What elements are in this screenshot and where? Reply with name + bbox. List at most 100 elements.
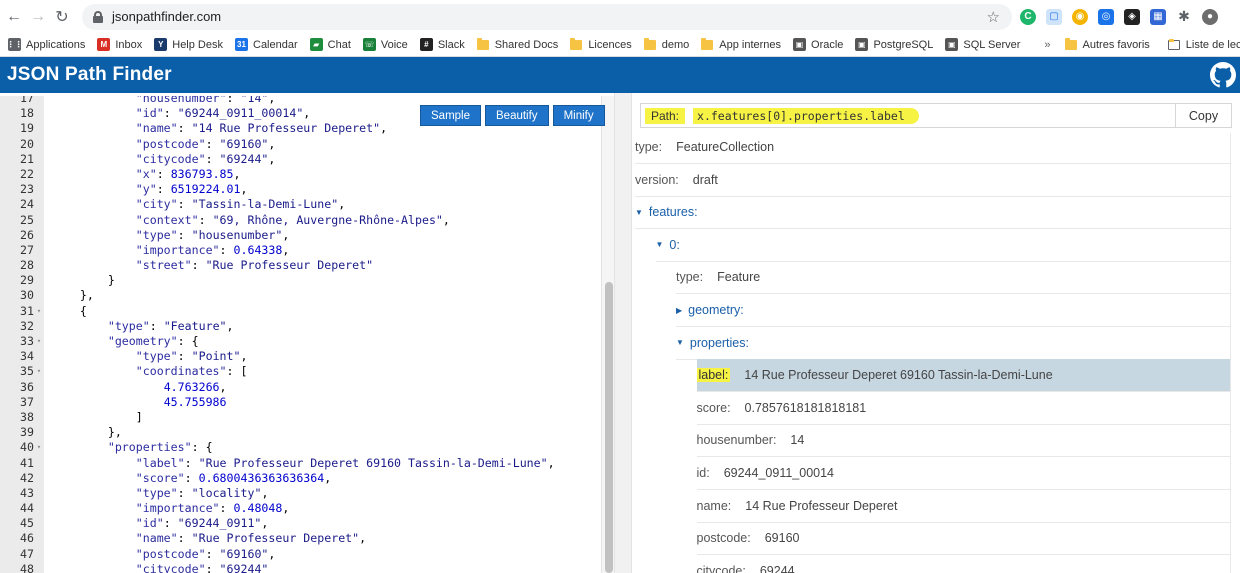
code-line[interactable]: 41 "label": "Rue Professeur Deperet 6916… (0, 456, 604, 471)
code-line[interactable]: 35 ▾ "coordinates": [ (0, 364, 604, 379)
tree-node-type[interactable]: type: Feature (676, 261, 1230, 295)
forward-icon[interactable]: → (26, 5, 50, 29)
fold-toggle-icon[interactable]: ▾ (34, 304, 44, 319)
sample-button[interactable]: Sample (420, 105, 481, 126)
tree-node-0[interactable]: ▼ 0: (655, 229, 1230, 262)
code-line[interactable]: 31 ▾ { (0, 304, 604, 319)
copy-button[interactable]: Copy (1175, 104, 1231, 127)
editor-scroll-thumb[interactable] (605, 282, 613, 573)
github-icon[interactable] (1210, 62, 1236, 88)
code-line[interactable]: 23 "y": 6519224.01, (0, 182, 604, 197)
fold-toggle-icon[interactable]: ▾ (34, 440, 44, 455)
bookmark-star-icon[interactable]: ☆ (987, 8, 1000, 26)
bookmark-help-desk[interactable]: Y Help Desk (154, 38, 223, 51)
code-line[interactable]: 43 "type": "locality", (0, 486, 604, 501)
tree-node-properties[interactable]: ▼ properties: (676, 327, 1230, 360)
code-line[interactable]: 42 "score": 0.6800436363636364, (0, 471, 604, 486)
bookmark-demo[interactable]: demo (643, 37, 689, 51)
chat-icon: ▰ (309, 38, 323, 51)
code-line[interactable]: 22 "x": 836793.85, (0, 167, 604, 182)
code-line[interactable]: 33 ▾ "geometry": { (0, 334, 604, 349)
code-line[interactable]: 25 "context": "69, Rhône, Auvergne-Rhône… (0, 213, 604, 228)
bookmark-inbox[interactable]: M Inbox (97, 38, 142, 51)
profile-avatar-icon[interactable]: ● (1202, 8, 1218, 25)
code-line[interactable]: 38 ] (0, 410, 604, 425)
extensions-puzzle-icon[interactable]: ✱ (1176, 8, 1192, 25)
tree-node-version[interactable]: version: draft (635, 164, 1230, 197)
code-line[interactable]: 36 4.763266, (0, 380, 604, 395)
minify-button[interactable]: Minify (552, 105, 605, 126)
line-number: 39 (20, 425, 34, 440)
extension-doc-icon[interactable]: ▢ (1046, 8, 1062, 25)
extension-dark-icon[interactable]: ◈ (1124, 8, 1140, 25)
bookmark-chat[interactable]: ▰ Chat (309, 38, 351, 51)
json-editor[interactable]: 17 "housenumber": "14", 18 "id": "69244_0… (0, 96, 614, 573)
bookmark-app-internes[interactable]: App internes (701, 37, 781, 51)
expanded-caret-icon[interactable]: ▼ (635, 208, 643, 217)
code-line[interactable]: 37 45.755986 (0, 395, 604, 410)
collapsed-caret-icon[interactable]: ▶ (676, 306, 682, 315)
code-line[interactable]: 34 "type": "Point", (0, 349, 604, 364)
code-line[interactable]: 47 "postcode": "69160", (0, 547, 604, 562)
code-line[interactable]: 44 "importance": 0.48048, (0, 501, 604, 516)
reading-list[interactable]: Liste de lect (1167, 38, 1240, 51)
address-bar[interactable]: jsonpathfinder.com ☆ (82, 3, 1012, 30)
tree-node-geometry[interactable]: ▶ geometry: (676, 294, 1230, 327)
reload-icon[interactable]: ↻ (50, 5, 74, 29)
bookmark-oracle[interactable]: ▣ Oracle (793, 38, 843, 51)
other-bookmarks[interactable]: Autres favoris (1064, 37, 1150, 51)
code-line[interactable]: 27 "importance": 0.64338, (0, 243, 604, 258)
extension-green-icon[interactable]: C (1020, 8, 1036, 25)
tree-node-citycode[interactable]: citycode: 69244 (697, 555, 1231, 573)
bookmark-slack[interactable]: # Slack (419, 38, 465, 51)
code-line[interactable]: 40 ▾ "properties": { (0, 440, 604, 455)
code-line[interactable]: 32 "type": "Feature", (0, 319, 604, 334)
bookmark-voice[interactable]: ☏ Voice (362, 38, 408, 51)
tree-node-label[interactable]: label: 14 Rue Professeur Deperet 69160 Ta… (696, 359, 1230, 393)
code-line[interactable]: 45 "id": "69244_0911", (0, 516, 604, 531)
tree-node-housenumber[interactable]: housenumber: 14 (696, 424, 1230, 458)
expanded-caret-icon[interactable]: ▼ (676, 338, 684, 347)
bookmark-applications[interactable]: ⋮⋮ Applications (7, 38, 85, 51)
line-number: 31 (20, 303, 34, 318)
code-line[interactable]: 46 "name": "Rue Professeur Deperet", (0, 531, 604, 546)
node-key: label: (696, 368, 731, 383)
fold-toggle-icon[interactable]: ▾ (34, 364, 44, 379)
tree-scrollbar[interactable] (1230, 133, 1240, 573)
code-line[interactable]: 24 "city": "Tassin-la-Demi-Lune", (0, 197, 604, 212)
panel-splitter[interactable] (614, 93, 632, 573)
fold-toggle-icon[interactable]: ▾ (34, 334, 44, 349)
code-line[interactable]: 48 "citycode": "69244" (0, 562, 604, 573)
code-line[interactable]: 20 "postcode": "69160", (0, 137, 604, 152)
bookmarks-overflow-icon[interactable]: » (1044, 39, 1050, 51)
extension-blue-icon[interactable]: ◎ (1098, 8, 1114, 25)
editor-code[interactable]: 17 "housenumber": "14", 18 "id": "69244_0… (0, 96, 604, 573)
expanded-caret-icon[interactable]: ▼ (656, 240, 664, 249)
extension-grid-icon[interactable]: ▦ (1150, 8, 1166, 25)
extension-chrome-icon[interactable]: ◉ (1072, 8, 1088, 25)
code-line[interactable]: 39 }, (0, 425, 604, 440)
code-line[interactable]: 28 "street": "Rue Professeur Deperet" (0, 258, 604, 273)
tree-node-postcode[interactable]: postcode: 69160 (696, 522, 1230, 556)
tree-node-features[interactable]: ▼ features: (635, 196, 1230, 230)
back-icon[interactable]: ← (2, 5, 26, 29)
bookmark-postgresql[interactable]: ▣ PostgreSQL (855, 38, 933, 51)
path-value[interactable]: x.features[0].properties.label (693, 107, 919, 124)
tree-node-name[interactable]: name: 14 Rue Professeur Deperet (696, 490, 1230, 523)
bookmark-shared-docs[interactable]: Shared Docs (476, 37, 558, 51)
bookmark-calendar[interactable]: 31 Calendar (235, 38, 298, 51)
tree-node-id[interactable]: id: 69244_0911_00014 (696, 457, 1230, 490)
bookmark-licences[interactable]: Licences (570, 37, 632, 51)
tree-node-type[interactable]: type: FeatureCollection (635, 131, 1230, 164)
code-line[interactable]: 21 "citycode": "69244", (0, 152, 604, 167)
tree-node-score[interactable]: score: 0.7857618181818181 (696, 392, 1230, 425)
node-key: version: (635, 172, 679, 187)
beautify-button[interactable]: Beautify (485, 105, 549, 126)
code-line[interactable]: 30 }, (0, 288, 604, 303)
code-text: "type": "locality", (135, 485, 269, 500)
bookmark-sql-server[interactable]: ▣ SQL Server (945, 38, 1020, 51)
code-line[interactable]: 29 } (0, 273, 604, 288)
code-line[interactable]: 26 "type": "housenumber", (0, 228, 604, 243)
editor-scrollbar[interactable] (601, 96, 614, 573)
